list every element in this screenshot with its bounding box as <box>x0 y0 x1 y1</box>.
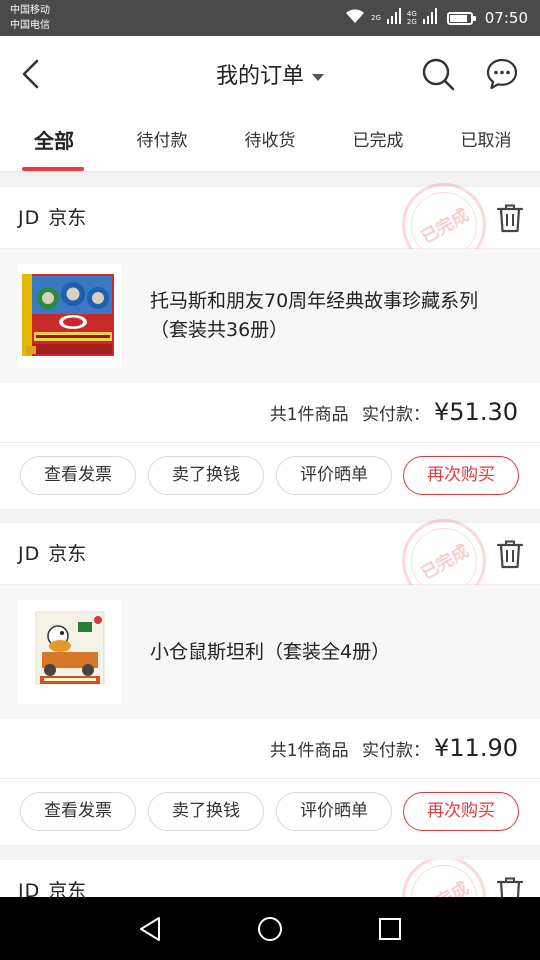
resell-button[interactable]: 卖了换钱 <box>148 792 264 831</box>
item-count: 共1件商品 <box>269 741 349 761</box>
order-summary: 共1件商品 实付款： ¥11.90 <box>0 719 540 779</box>
order-card[interactable]: JD 京东 已完成 小仓鼠斯坦利（套装全4册） 共1件商品 实付款： ¥11.9… <box>0 519 540 845</box>
order-actions: 查看发票 卖了换钱 评价晒单 再次购买 <box>0 443 540 509</box>
order-actions: 查看发票 卖了换钱 评价晒单 再次购买 <box>0 779 540 845</box>
paid-label: 实付款： <box>362 741 431 761</box>
view-invoice-button[interactable]: 查看发票 <box>20 792 136 831</box>
carrier-labels: 中国移动 中国电信 <box>10 3 50 33</box>
shop-name[interactable]: JD 京东 <box>18 860 86 900</box>
order-header: JD 京东 已完成 <box>0 519 540 603</box>
item-count: 共1件商品 <box>269 405 349 425</box>
product-row[interactable]: 小仓鼠斯坦利（套装全4册） <box>0 585 540 719</box>
message-icon[interactable] <box>482 54 522 94</box>
paid-amount: ¥11.90 <box>434 734 518 762</box>
shop-name[interactable]: JD 京东 <box>18 523 86 585</box>
jd-logo: JD <box>18 543 41 565</box>
chevron-down-icon <box>312 73 324 81</box>
review-button[interactable]: 评价晒单 <box>276 792 392 831</box>
nav-recents-icon[interactable] <box>374 913 406 945</box>
paid-label: 实付款： <box>362 405 431 425</box>
product-name[interactable]: 托马斯和朋友70周年经典故事珍藏系列（套装共36册） <box>150 249 504 383</box>
search-icon[interactable] <box>418 54 458 94</box>
order-header: JD 京东 已完成 <box>0 860 540 900</box>
review-button[interactable]: 评价晒单 <box>276 456 392 495</box>
order-tabs: 全部 待付款 待收货 已完成 已取消 <box>0 112 540 172</box>
order-card[interactable]: JD 京东 已完成 <box>0 860 540 900</box>
tab-all[interactable]: 全部 <box>12 112 96 172</box>
tab-cancelled[interactable]: 已取消 <box>444 112 528 172</box>
product-image[interactable] <box>18 600 122 704</box>
signal-1-icon <box>386 8 401 28</box>
product-row[interactable]: 托马斯和朋友70周年经典故事珍藏系列（套装共36册） <box>0 249 540 383</box>
status-icons: 2G 4G 2G 07:50 <box>345 0 528 36</box>
status-bar: 中国移动 中国电信 2G 4G 2G 07:50 <box>0 0 540 36</box>
product-name[interactable]: 小仓鼠斯坦利（套装全4册） <box>150 585 504 719</box>
jd-logo: JD <box>18 207 41 229</box>
nav-home-icon[interactable] <box>254 913 286 945</box>
resell-button[interactable]: 卖了换钱 <box>148 456 264 495</box>
order-card[interactable]: JD 京东 已完成 托马斯和朋友70周年经典故事珍藏系列（套装共36册） 共1件… <box>0 183 540 509</box>
tab-pending-receipt[interactable]: 待收货 <box>228 112 312 172</box>
delete-icon[interactable] <box>496 538 524 570</box>
order-summary: 共1件商品 实付款： ¥51.30 <box>0 383 540 443</box>
buy-again-button[interactable]: 再次购买 <box>403 456 519 495</box>
completed-stamp: 已完成 <box>402 860 486 900</box>
network-1-label: 2G <box>370 14 381 22</box>
view-invoice-button[interactable]: 查看发票 <box>20 456 136 495</box>
page-title: 我的订单 <box>215 64 304 89</box>
active-tab-indicator <box>22 167 84 171</box>
signal-2-icon <box>422 8 437 28</box>
network-2-label: 4G 2G <box>406 10 417 26</box>
tab-completed[interactable]: 已完成 <box>336 112 420 172</box>
tab-pending-payment[interactable]: 待付款 <box>120 112 204 172</box>
carrier-2: 中国电信 <box>10 20 50 31</box>
carrier-1: 中国移动 <box>10 5 50 16</box>
product-image[interactable] <box>18 264 122 368</box>
top-header: 我的订单 <box>0 36 540 112</box>
page-title-dropdown[interactable]: 我的订单 <box>0 58 540 90</box>
shop-name[interactable]: JD 京东 <box>18 187 86 249</box>
system-nav-bar <box>0 897 540 960</box>
paid-amount: ¥51.30 <box>434 398 518 426</box>
nav-back-icon[interactable] <box>134 913 166 945</box>
clock: 07:50 <box>484 9 528 27</box>
order-header: JD 京东 已完成 <box>0 183 540 267</box>
delete-icon[interactable] <box>496 202 524 234</box>
buy-again-button[interactable]: 再次购买 <box>403 792 519 831</box>
battery-icon <box>446 11 476 25</box>
wifi-icon <box>345 8 365 28</box>
